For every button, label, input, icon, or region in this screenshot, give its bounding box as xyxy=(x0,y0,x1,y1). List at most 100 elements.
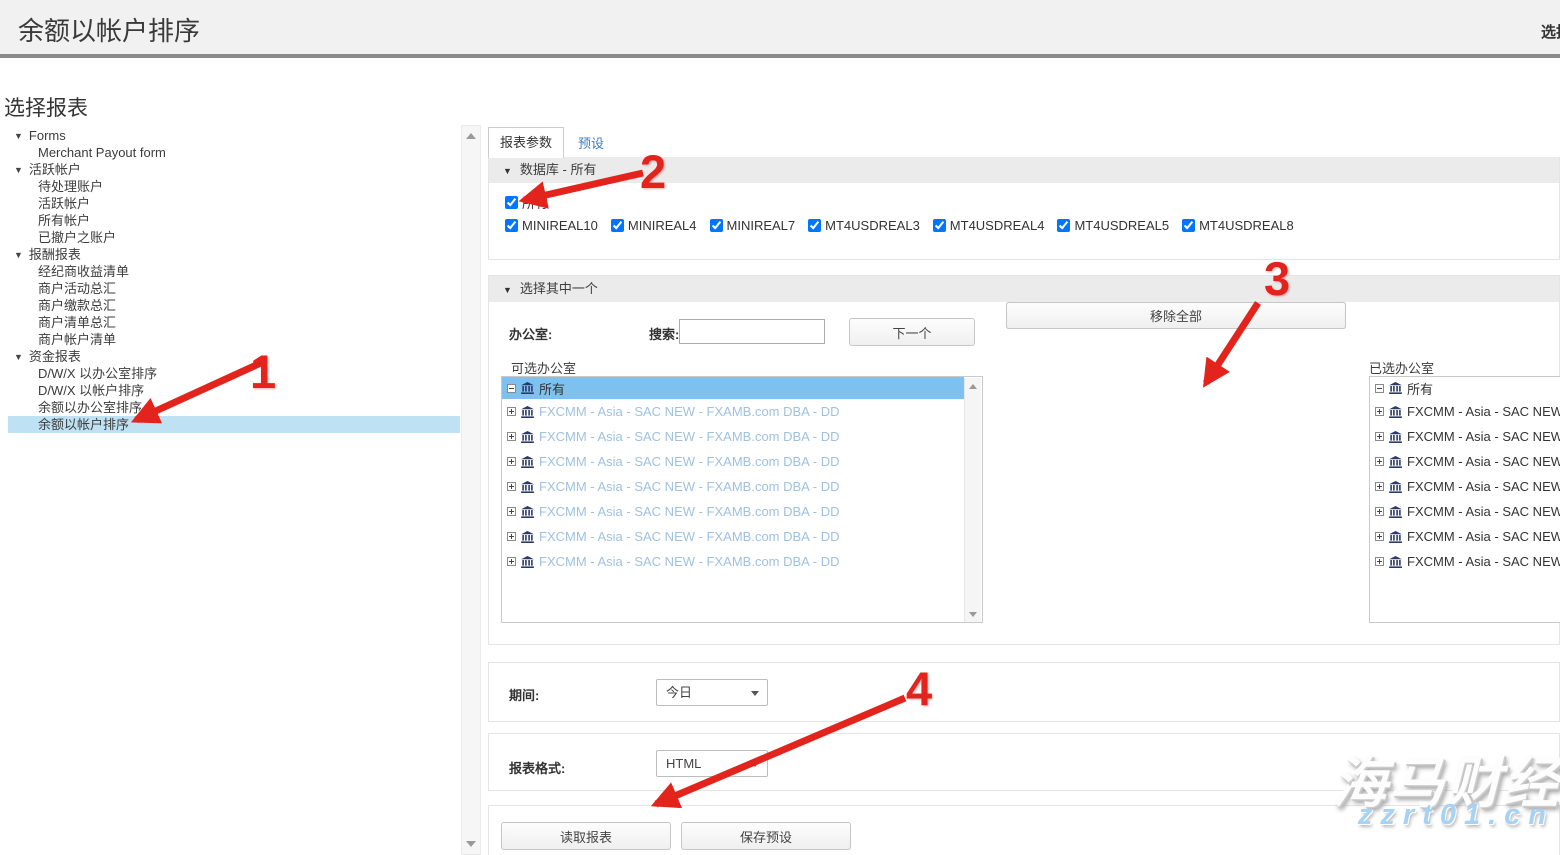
tree-item[interactable]: ▼资金报表 xyxy=(8,348,460,365)
office-list-item[interactable]: FXCMM - Asia - SAC NEW - FXAMB.com DBA -… xyxy=(502,499,964,524)
tree-item-label: 商户帐户清单 xyxy=(38,332,116,347)
tree-scrollbar[interactable] xyxy=(461,125,481,855)
scroll-down-icon[interactable] xyxy=(466,841,476,847)
tree-item-label: 已撤户之账户 xyxy=(38,230,116,245)
expand-icon[interactable] xyxy=(1375,482,1384,491)
tree-item[interactable]: ▼经纪商收益清单 xyxy=(8,263,460,280)
tree-item[interactable]: ▼Merchant Payout form xyxy=(8,144,460,161)
scroll-down-icon[interactable] xyxy=(969,612,977,617)
format-value: HTML xyxy=(666,756,701,771)
database-checkbox[interactable] xyxy=(933,219,946,232)
tree-item[interactable]: ▼待处理账户 xyxy=(8,178,460,195)
transfer-button[interactable]: 移除全部 xyxy=(1006,302,1346,329)
office-item-label[interactable]: FXCMM - Asia - SAC NEW - FXAMB.com DBA -… xyxy=(539,479,839,494)
selected-offices-list: 所有 FXCMM - Asia - SAC NEW - FXAMB.com DB… xyxy=(1369,376,1560,623)
database-checkbox-label: MINIREAL10 xyxy=(505,218,598,233)
database-checkbox[interactable] xyxy=(808,219,821,232)
office-item-label: FXCMM - Asia - SAC NEW - xyxy=(1407,504,1560,519)
expand-icon[interactable] xyxy=(507,432,516,441)
office-list-item[interactable]: FXCMM - Asia - SAC NEW - FXAMB.com DBA -… xyxy=(1370,524,1560,549)
all-databases-checkbox[interactable] xyxy=(505,196,518,209)
all-databases-label: 所有 xyxy=(522,193,548,212)
tab-report-params[interactable]: 报表参数 xyxy=(488,127,564,158)
database-checkbox-label: MINIREAL7 xyxy=(710,218,796,233)
expand-icon[interactable] xyxy=(1375,507,1384,516)
expand-icon[interactable] xyxy=(507,507,516,516)
database-checkbox[interactable] xyxy=(1182,219,1195,232)
database-name: MT4USDREAL5 xyxy=(1074,218,1169,233)
database-checkbox[interactable] xyxy=(710,219,723,232)
save-preset-button[interactable]: 保存预设 xyxy=(681,822,851,850)
available-list-scrollbar[interactable] xyxy=(964,378,981,623)
office-list-item[interactable]: FXCMM - Asia - SAC NEW - FXAMB.com DBA -… xyxy=(1370,449,1560,474)
building-icon xyxy=(521,382,534,394)
expand-icon[interactable] xyxy=(1375,457,1384,466)
tree-item[interactable]: ▼余额以办公室排序 xyxy=(8,399,460,416)
tree-item[interactable]: ▼活跃帐户 xyxy=(8,195,460,212)
load-report-button[interactable]: 读取报表 xyxy=(501,822,671,850)
database-checkbox[interactable] xyxy=(1057,219,1070,232)
office-item-label[interactable]: FXCMM - Asia - SAC NEW - FXAMB.com DBA -… xyxy=(539,529,839,544)
expand-icon[interactable] xyxy=(1375,432,1384,441)
tree-item[interactable]: ▼已撤户之账户 xyxy=(8,229,460,246)
format-select[interactable]: HTML xyxy=(656,750,768,777)
database-name: MT4USDREAL8 xyxy=(1199,218,1294,233)
expand-icon[interactable] xyxy=(507,532,516,541)
tree-item[interactable]: ▼活跃帐户 xyxy=(8,161,460,178)
office-list-item[interactable]: FXCMM - Asia - SAC NEW - FXAMB.com DBA -… xyxy=(502,424,964,449)
tree-item[interactable]: ▼商户活动总汇 xyxy=(8,280,460,297)
building-icon xyxy=(1389,481,1402,493)
office-section-header[interactable]: 选择其中一个 xyxy=(489,276,1559,302)
expand-icon[interactable] xyxy=(507,557,516,566)
office-list-item[interactable]: FXCMM - Asia - SAC NEW - FXAMB.com DBA -… xyxy=(1370,424,1560,449)
expand-icon[interactable] xyxy=(1375,407,1384,416)
period-select[interactable]: 今日 xyxy=(656,679,768,706)
office-root-row[interactable]: 所有 xyxy=(1370,377,1560,399)
database-section-header[interactable]: 数据库 - 所有 xyxy=(489,157,1559,183)
office-list-item[interactable]: FXCMM - Asia - SAC NEW - FXAMB.com DBA -… xyxy=(502,449,964,474)
office-item-label[interactable]: FXCMM - Asia - SAC NEW - FXAMB.com DBA -… xyxy=(539,504,839,519)
collapse-icon[interactable] xyxy=(507,384,516,393)
database-checkbox[interactable] xyxy=(611,219,624,232)
collapse-icon[interactable] xyxy=(1375,384,1384,393)
office-root-row[interactable]: 所有 xyxy=(502,377,964,399)
office-list-item[interactable]: FXCMM - Asia - SAC NEW - FXAMB.com DBA -… xyxy=(502,549,964,574)
search-input[interactable] xyxy=(679,319,825,344)
scroll-up-icon[interactable] xyxy=(466,133,476,139)
building-icon xyxy=(1389,431,1402,443)
tree-item[interactable]: ▼余额以帐户排序 xyxy=(8,416,460,433)
expand-icon[interactable] xyxy=(507,482,516,491)
header-top-right-link[interactable]: 选择 xyxy=(1541,21,1560,42)
tree-item[interactable]: ▼商户帐户清单 xyxy=(8,331,460,348)
expand-icon[interactable] xyxy=(1375,532,1384,541)
office-list-item[interactable]: FXCMM - Asia - SAC NEW - FXAMB.com DBA -… xyxy=(1370,499,1560,524)
office-list-item[interactable]: FXCMM - Asia - SAC NEW - FXAMB.com DBA -… xyxy=(502,524,964,549)
tree-item[interactable]: ▼所有帐户 xyxy=(8,212,460,229)
office-list-item[interactable]: FXCMM - Asia - SAC NEW - FXAMB.com DBA -… xyxy=(1370,399,1560,424)
tree-item[interactable]: ▼商户缴款总汇 xyxy=(8,297,460,314)
tree-item[interactable]: ▼D/W/X 以帐户排序 xyxy=(8,382,460,399)
office-list-item[interactable]: FXCMM - Asia - SAC NEW - FXAMB.com DBA -… xyxy=(502,474,964,499)
expand-icon[interactable] xyxy=(507,407,516,416)
expand-icon[interactable] xyxy=(1375,557,1384,566)
office-list-item[interactable]: FXCMM - Asia - SAC NEW - FXAMB.com DBA -… xyxy=(1370,549,1560,574)
tree-item[interactable]: ▼Forms xyxy=(8,127,460,144)
caret-down-icon: ▼ xyxy=(14,165,23,175)
next-button[interactable]: 下一个 xyxy=(849,318,975,346)
office-item-label[interactable]: FXCMM - Asia - SAC NEW - FXAMB.com DBA -… xyxy=(539,404,839,419)
office-item-label[interactable]: FXCMM - Asia - SAC NEW - FXAMB.com DBA -… xyxy=(539,429,839,444)
tab-presets[interactable]: 预设 xyxy=(578,133,604,152)
office-item-label[interactable]: FXCMM - Asia - SAC NEW - FXAMB.com DBA -… xyxy=(539,454,839,469)
tree-item[interactable]: ▼商户清单总汇 xyxy=(8,314,460,331)
building-icon xyxy=(521,506,534,518)
office-item-label[interactable]: FXCMM - Asia - SAC NEW - FXAMB.com DBA -… xyxy=(539,554,839,569)
tree-item[interactable]: ▼报酬报表 xyxy=(8,246,460,263)
database-checkbox[interactable] xyxy=(505,219,518,232)
scroll-up-icon[interactable] xyxy=(969,384,977,389)
tree-item[interactable]: ▼D/W/X 以办公室排序 xyxy=(8,365,460,382)
office-list-item[interactable]: FXCMM - Asia - SAC NEW - FXAMB.com DBA -… xyxy=(502,399,964,424)
office-list-item[interactable]: FXCMM - Asia - SAC NEW - FXAMB.com DBA -… xyxy=(1370,474,1560,499)
expand-icon[interactable] xyxy=(507,457,516,466)
database-name: MT4USDREAL3 xyxy=(825,218,920,233)
selected-office-rows: FXCMM - Asia - SAC NEW - FXAMB.com DBA -… xyxy=(1370,399,1560,574)
